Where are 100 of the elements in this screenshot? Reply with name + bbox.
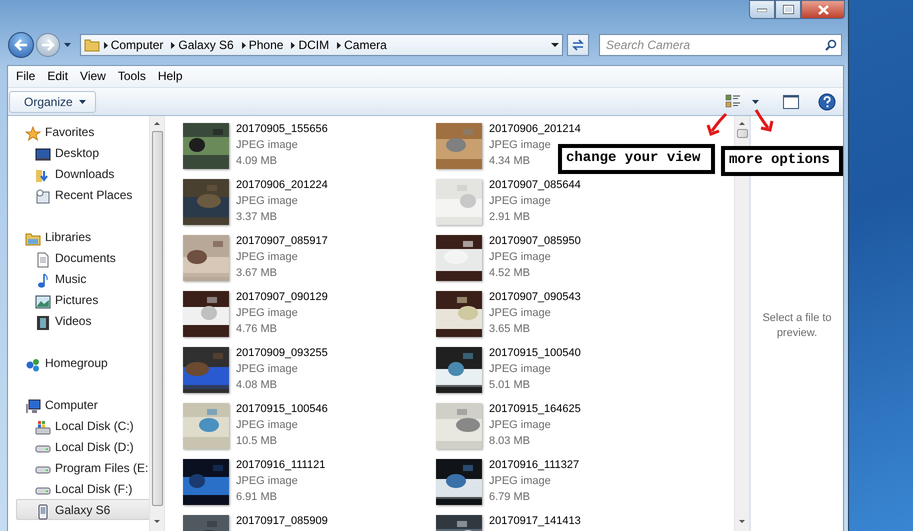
drive-icon xyxy=(35,466,51,474)
maximize-button[interactable] xyxy=(775,0,801,19)
address-bar[interactable]: Computer Galaxy S6 Phone DCIM Camera xyxy=(80,34,564,56)
organize-button[interactable]: Organize xyxy=(9,90,96,112)
chevron-icon xyxy=(104,42,108,48)
file-name[interactable]: 20170907_090129 xyxy=(236,289,328,305)
file-type: JPEG image xyxy=(489,250,552,265)
breadcrumb-item[interactable]: Camera xyxy=(341,38,391,52)
nav-item[interactable]: Downloads xyxy=(24,163,149,184)
close-button[interactable] xyxy=(801,0,845,19)
nav-item[interactable]: Computer xyxy=(24,394,149,415)
nav-item[interactable]: Recent Places xyxy=(24,184,149,205)
back-arrow-icon xyxy=(14,39,28,51)
chevron-icon xyxy=(337,42,342,48)
menu-item[interactable]: Tools xyxy=(112,66,152,87)
file-name[interactable]: 20170917_085909 xyxy=(236,513,328,529)
file-size: 3.37 MB xyxy=(236,210,278,225)
file-type: JPEG image xyxy=(489,138,552,153)
nav-item[interactable]: Homegroup xyxy=(24,352,149,373)
file-name[interactable]: 20170915_164625 xyxy=(489,401,581,417)
computer-icon xyxy=(25,398,41,414)
file-name[interactable]: 20170907_085950 xyxy=(489,233,581,249)
nav-item[interactable]: Music xyxy=(24,268,149,289)
scrollbar-thumb[interactable] xyxy=(152,131,162,506)
breadcrumb-item[interactable]: Computer xyxy=(108,38,168,52)
help-icon[interactable] xyxy=(817,92,837,110)
file-size: 3.67 MB xyxy=(236,266,278,281)
file-size: 4.09 MB xyxy=(236,154,278,169)
file-size: 8.03 MB xyxy=(489,434,531,449)
file-name[interactable]: 20170915_100546 xyxy=(236,401,328,417)
file-size: 6.79 MB xyxy=(489,490,531,505)
file-type: JPEG image xyxy=(236,250,299,265)
file-size: 10.5 MB xyxy=(236,434,278,449)
nav-item[interactable]: Pictures xyxy=(24,289,149,310)
file-type: JPEG image xyxy=(236,418,299,433)
file-name[interactable]: 20170906_201214 xyxy=(489,121,581,137)
nav-item[interactable]: Program Files (E: xyxy=(24,457,149,478)
annotation-label: more options xyxy=(721,146,843,176)
star-icon xyxy=(25,126,41,142)
breadcrumb-item[interactable]: DCIM xyxy=(295,38,334,52)
menu-item[interactable]: Edit xyxy=(41,66,74,87)
back-button[interactable] xyxy=(8,32,34,58)
file-name[interactable]: 20170905_155656 xyxy=(236,121,328,137)
preview-message: Select a file to preview. xyxy=(761,311,833,341)
menu-item[interactable]: File xyxy=(10,66,42,87)
chevron-icon xyxy=(291,42,296,48)
annotation-label: change your view xyxy=(558,144,715,174)
nav-item[interactable]: Libraries xyxy=(24,226,149,247)
file-name[interactable]: 20170907_085644 xyxy=(489,177,581,193)
document-icon xyxy=(35,252,51,268)
forward-arrow-icon xyxy=(40,39,55,51)
file-name[interactable]: 20170907_090543 xyxy=(489,289,581,305)
breadcrumb-item[interactable]: Galaxy S6 xyxy=(175,38,238,52)
minimize-button[interactable] xyxy=(749,0,775,19)
nav-item[interactable]: Documents xyxy=(24,247,149,268)
preview-pane-icon[interactable] xyxy=(781,92,801,110)
file-name[interactable]: 20170909_093255 xyxy=(236,345,328,361)
menu-item[interactable]: View xyxy=(74,66,112,87)
nav-item[interactable]: Local Disk (F:) xyxy=(24,478,149,499)
file-name[interactable]: 20170916_111121 xyxy=(236,457,326,473)
search-field[interactable]: Search Camera xyxy=(599,34,842,56)
file-type: JPEG image xyxy=(489,474,552,489)
file-name[interactable]: 20170915_100540 xyxy=(489,345,581,361)
drive-icon xyxy=(35,444,51,452)
nav-item[interactable]: Desktop xyxy=(24,142,149,163)
file-type: JPEG image xyxy=(489,418,552,433)
maximize-icon xyxy=(782,5,794,14)
scrollbar-thumb[interactable] xyxy=(736,129,748,138)
scrollbar[interactable] xyxy=(149,116,165,531)
monitor-icon xyxy=(35,146,51,162)
file-name[interactable]: 20170906_201224 xyxy=(236,177,328,193)
nav-item[interactable]: Favorites xyxy=(24,121,149,142)
nav-item[interactable]: Local Disk (C:) xyxy=(24,415,149,436)
file-type: JPEG image xyxy=(489,362,552,377)
minimize-icon xyxy=(757,8,767,12)
annotation-arrow xyxy=(752,108,776,134)
drive-icon xyxy=(35,420,51,436)
refresh-icon xyxy=(571,39,586,51)
view-icon[interactable] xyxy=(723,92,743,110)
file-size: 4.08 MB xyxy=(236,378,278,393)
annotation-arrow xyxy=(704,112,730,138)
file-name[interactable]: 20170907_085917 xyxy=(236,233,328,249)
refresh-button[interactable] xyxy=(567,34,589,56)
file-type: JPEG image xyxy=(489,194,552,209)
chevron-icon xyxy=(171,42,176,48)
nav-item[interactable]: Videos xyxy=(24,310,149,331)
file-name[interactable]: 20170917_141413 xyxy=(489,513,581,529)
nav-item[interactable]: Galaxy S6 xyxy=(16,499,149,520)
file-size: 2.91 MB xyxy=(489,210,531,225)
menu-item[interactable]: Help xyxy=(152,66,189,87)
file-name[interactable]: 20170916_111327 xyxy=(489,457,580,473)
file-size: 4.76 MB xyxy=(236,322,278,337)
breadcrumb-item[interactable]: Phone xyxy=(246,38,288,52)
close-icon xyxy=(818,4,828,14)
file-size: 6.91 MB xyxy=(236,490,278,505)
chevron-icon xyxy=(242,42,246,48)
file-type: JPEG image xyxy=(489,306,552,321)
nav-item[interactable]: Local Disk (D:) xyxy=(24,436,149,457)
file-size: 3.65 MB xyxy=(489,322,531,337)
file-size: 4.52 MB xyxy=(489,266,531,281)
